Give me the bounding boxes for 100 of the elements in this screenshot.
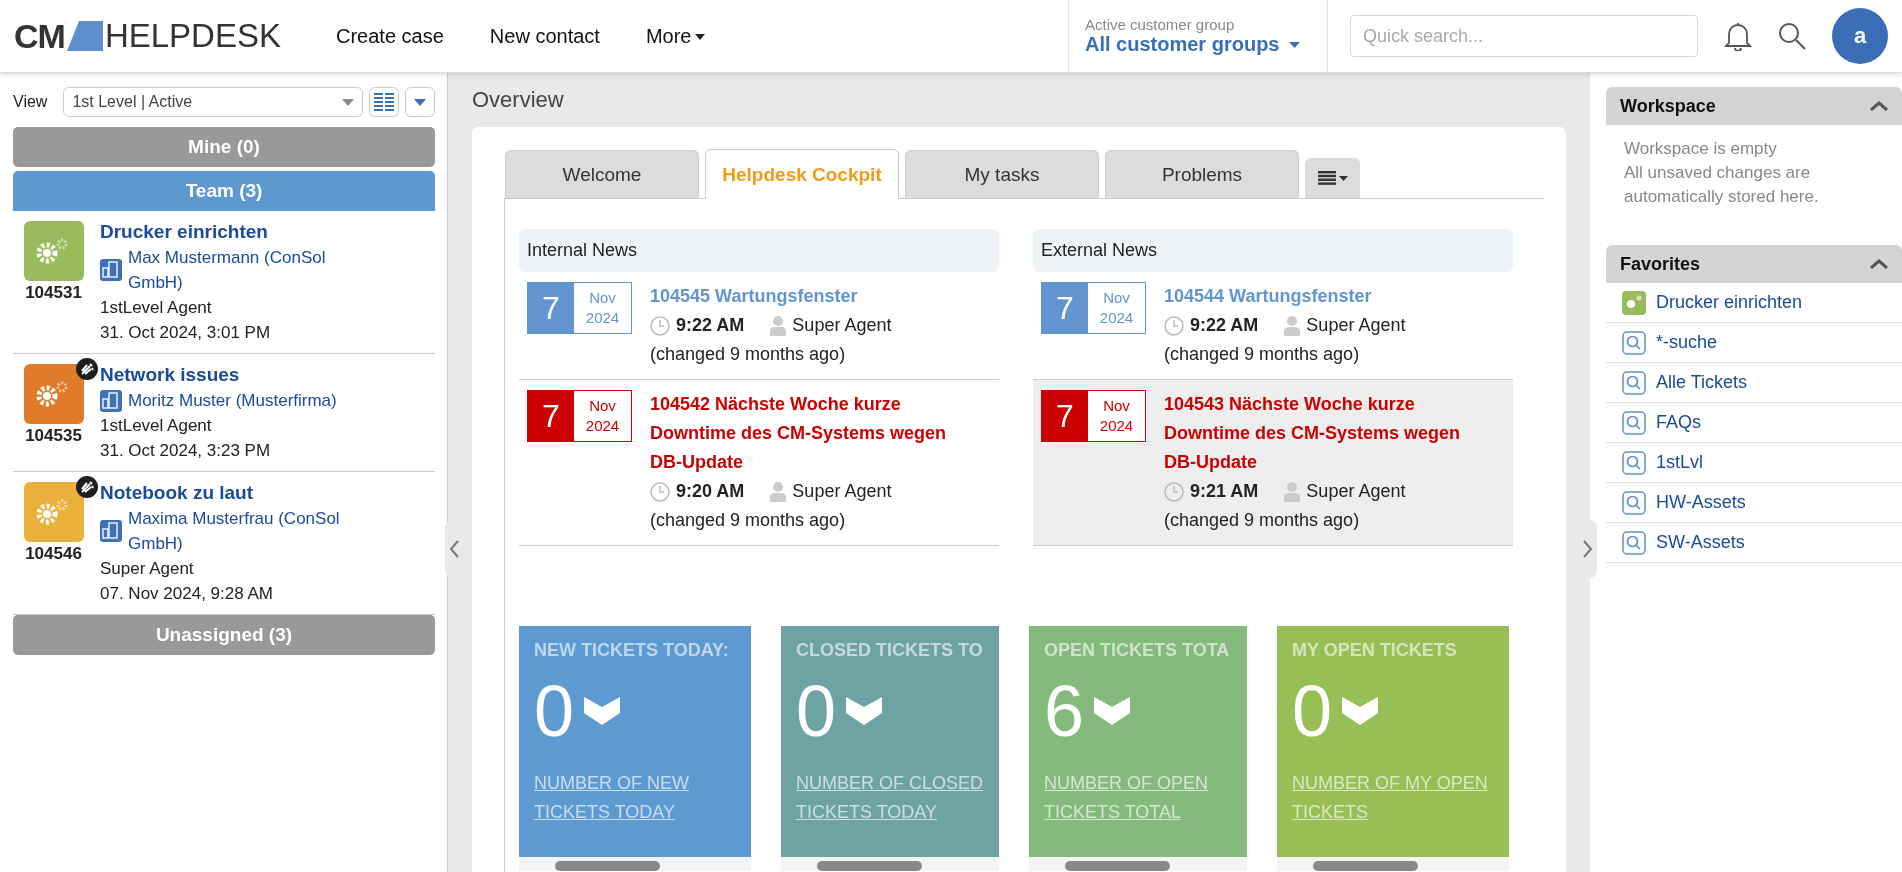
chevron-up-icon [1870, 101, 1888, 111]
list-icon [374, 93, 394, 111]
horizontal-scrollbar[interactable] [519, 857, 751, 871]
contact-link[interactable]: Max Mustermann (ConSol GmbH) [128, 245, 368, 295]
search-field[interactable]: Quick search... [1350, 15, 1698, 57]
workspace-message: Workspace is empty [1624, 138, 1778, 160]
panel-header[interactable]: Workspace [1606, 87, 1902, 125]
news-author: Super Agent [1306, 314, 1406, 337]
view-label: View [13, 93, 48, 111]
news-time: 9:22 AM [676, 314, 745, 337]
workspace-message: All unsaved changes are automatically stored here. [1624, 162, 1820, 208]
news-changed-note: (changed 9 months ago) [650, 509, 846, 532]
tile-title: CLOSED TICKETS TO [796, 640, 984, 661]
news-changed-note: (changed 9 months ago) [1164, 343, 1360, 366]
ticket-title-link[interactable]: Network issues [100, 364, 240, 386]
news-changed-note: (changed 9 months ago) [650, 343, 846, 366]
news-author: Super Agent [1306, 480, 1406, 503]
clock-icon [650, 481, 670, 502]
page-title: Overview [472, 87, 565, 113]
contact-link[interactable]: Moritz Muster (Musterfirma) [128, 388, 368, 413]
agent-name: 1stLevel Agent [100, 415, 212, 437]
tab[interactable]: My tasks [905, 150, 1099, 198]
person-icon [770, 315, 787, 336]
chevron-right-icon [1583, 540, 1593, 558]
nav-link[interactable]: New contact [489, 24, 600, 48]
customer-group-selector[interactable]: Active customer group All customer groups [1068, 0, 1328, 72]
clock-icon [1164, 315, 1184, 336]
news-title-link[interactable]: 104543 Nächste Woche kurze Downtime des CM-Systems wegen DB-Update [1164, 390, 1474, 477]
favorite-link[interactable]: Alle Tickets [1656, 372, 1748, 393]
chevron-down-icon [1094, 697, 1131, 725]
ticket-date: 31. Oct 2024, 3:23 PM [100, 440, 271, 462]
dropdown-button[interactable] [405, 87, 435, 117]
view-dropdown[interactable]: 1st Level | Active [63, 87, 363, 117]
clock-icon [1164, 481, 1184, 502]
news-author: Super Agent [792, 480, 892, 503]
favorite-link[interactable]: HW-Assets [1656, 492, 1746, 513]
news-item[interactable]: 7 Nov 2024 104544 Wartungsfenster 9:22 AM Super Agent (changed 9 months ago) [1033, 272, 1513, 380]
menu-icon [1317, 171, 1348, 185]
tile-title: OPEN TICKETS TOTA [1044, 640, 1231, 661]
logo-icon [66, 21, 103, 51]
horizontal-scrollbar[interactable] [1029, 857, 1247, 871]
ticket-number: 104531 [25, 283, 82, 303]
tile-value: 0 [534, 671, 575, 751]
nav-link[interactable]: More [645, 24, 706, 48]
tab[interactable]: Welcome [505, 150, 699, 198]
news-time: 9:21 AM [1190, 480, 1259, 503]
horizontal-scrollbar[interactable] [781, 857, 999, 871]
tile-value: 6 [1044, 671, 1085, 751]
list-view-button[interactable] [369, 87, 399, 117]
favorite-link[interactable]: *-suche [1656, 332, 1718, 353]
tab[interactable]: Problems [1105, 150, 1299, 198]
caret-icon [342, 98, 354, 106]
news-panel-header: Internal News [519, 229, 999, 272]
news-item[interactable]: 7 Nov 2024 104545 Wartungsfenster 9:22 AM Super Agent (changed 9 months ago) [519, 272, 999, 380]
nav-link[interactable]: Create case [336, 24, 444, 48]
customer-group-value: All customer groups [1085, 33, 1303, 56]
date-badge: 7 Nov 2024 [1041, 390, 1146, 442]
chevron-down-icon [584, 697, 621, 725]
bell-icon[interactable] [1724, 21, 1752, 51]
panel-header[interactable]: Favorites [1606, 245, 1902, 283]
caret-icon [695, 34, 706, 40]
favorite-link[interactable]: SW-Assets [1656, 532, 1745, 553]
ticket-title-link[interactable]: Drucker einrichten [100, 221, 268, 243]
tile-value: 0 [796, 671, 837, 751]
news-panel-header: External News [1033, 229, 1513, 272]
favorite-link[interactable]: 1stLvl [1656, 452, 1704, 473]
date-badge: 7 Nov 2024 [527, 390, 632, 442]
ticket-date: 31. Oct 2024, 3:01 PM [100, 322, 271, 344]
horizontal-scrollbar[interactable] [1277, 857, 1509, 871]
company-contact-icon [100, 389, 122, 412]
favorite-link[interactable]: Drucker einrichten [1656, 292, 1803, 313]
person-icon [1284, 481, 1301, 502]
news-item[interactable]: 7 Nov 2024 104543 Nächste Woche kurze Downtime des CM-Systems wegen DB-Update 9:21 AM Super Agent (changed 9 months ago) [1033, 380, 1513, 546]
ticket-date: 07. Nov 2024, 9:28 AM [100, 583, 273, 605]
news-author: Super Agent [792, 314, 892, 337]
clock-icon [650, 315, 670, 336]
date-badge: 7 Nov 2024 [1041, 282, 1146, 334]
ticket-number: 104546 [25, 544, 82, 564]
chevron-down-icon [1342, 697, 1379, 725]
person-icon [770, 481, 787, 502]
chevron-down-icon [846, 697, 883, 725]
company-contact-icon [100, 520, 122, 542]
favorite-link[interactable]: FAQs [1656, 412, 1701, 433]
news-item[interactable]: 7 Nov 2024 104542 Nächste Woche kurze Downtime des CM-Systems wegen DB-Update 9:20 AM Super Agent (changed 9 months ago) [519, 380, 999, 546]
chevron-left-icon [449, 540, 459, 558]
news-time: 9:20 AM [676, 480, 745, 503]
ticket-title-link[interactable]: Notebook zu laut [100, 482, 254, 504]
agent-name: 1stLevel Agent [100, 297, 212, 319]
news-title-link[interactable]: 104542 Nächste Woche kurze Downtime des CM-Systems wegen DB-Update [650, 390, 960, 477]
contact-link[interactable]: Maxima Musterfrau (ConSol GmbH) [128, 506, 368, 556]
caret-icon [1289, 41, 1301, 48]
agent-name: Super Agent [100, 558, 194, 580]
user-avatar[interactable]: a [1832, 8, 1888, 64]
tab-menu-button[interactable] [1305, 158, 1360, 198]
tile-title: NEW TICKETS TODAY: [534, 640, 730, 661]
search-icon[interactable] [1778, 22, 1806, 50]
chevron-up-icon [1870, 259, 1888, 269]
tile-title: MY OPEN TICKETS [1292, 640, 1458, 661]
customer-group-label: Active customer group [1085, 16, 1236, 33]
caret-icon [414, 98, 426, 106]
